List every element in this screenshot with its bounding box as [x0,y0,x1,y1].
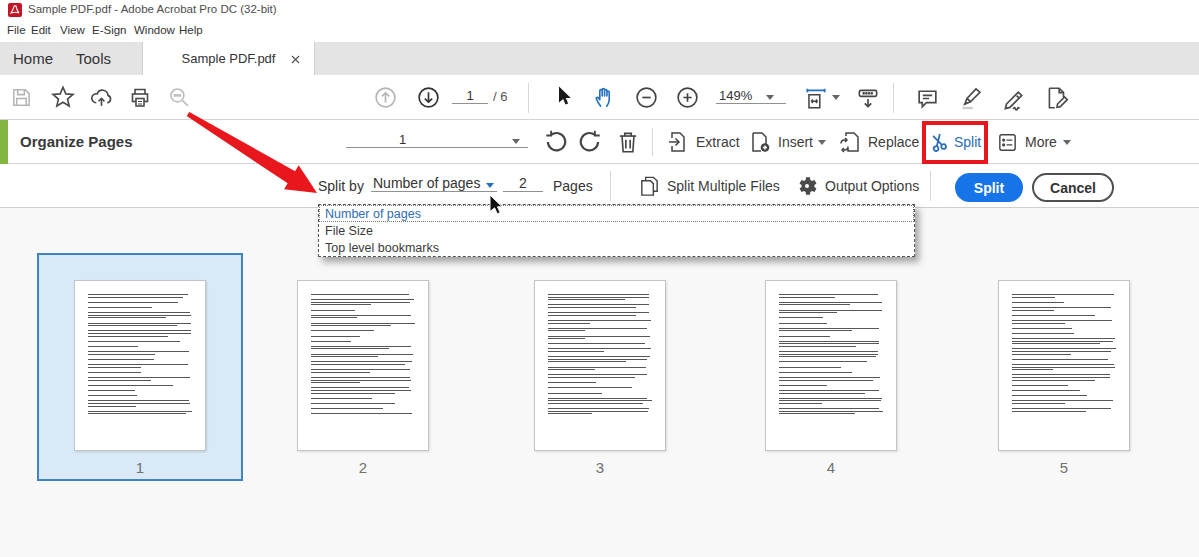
tab-tools[interactable]: Tools [76,42,111,75]
separator [893,83,894,113]
search-tools-icon[interactable] [167,85,192,110]
menu-help[interactable]: Help [179,24,203,36]
star-icon[interactable] [50,84,76,110]
tool-accent-bar [0,120,8,164]
tab-document[interactable]: Sample PDF.pdf [142,42,315,75]
page-count-label: / 6 [493,89,507,104]
organize-toolbar: Organize Pages 1 Extract Insert Replace … [0,120,1199,164]
save-icon[interactable] [10,86,33,109]
output-options-button[interactable]: Output Options [795,164,919,208]
separator [610,171,611,201]
separator [930,171,931,201]
page-count-input[interactable]: 2 [503,175,543,192]
split-by-dropdown: Number of pages File Size Top level book… [318,204,915,257]
title-bar: Sample PDF.pdf - Adobe Acrobat Pro DC (3… [0,0,1199,20]
split-by-caret-icon[interactable] [486,183,494,188]
main-toolbar: 1 / 6 149% [0,75,1199,120]
page-thumbnail-3[interactable] [534,280,666,451]
menu-bar: File Edit View E-Sign Window Help [0,20,1199,42]
split-multiple-files-button[interactable]: Split Multiple Files [638,164,780,208]
page-thumbnail-5[interactable] [998,280,1130,451]
separator [528,83,529,113]
highlight-icon[interactable] [958,85,985,112]
cancel-button[interactable]: Cancel [1032,173,1114,202]
pages-canvas: 1 2 3 4 5 [0,208,1199,557]
page-range-caret-icon[interactable] [512,139,520,144]
split-options-bar: Split by Number of pages 2 Pages Split M… [0,164,1199,208]
next-page-icon[interactable] [416,85,441,110]
menu-file[interactable]: File [7,24,26,36]
share-upload-icon[interactable] [89,85,114,110]
zoom-caret-icon[interactable] [766,95,774,100]
separator [652,128,653,156]
tab-close-icon[interactable] [290,53,301,64]
page-scrolling-icon[interactable] [855,85,881,111]
comment-icon[interactable] [915,86,940,111]
delete-pages-icon[interactable] [615,129,641,155]
page-number-label: 4 [765,459,897,476]
annotation-highlight-box [922,121,988,164]
page-range-input[interactable]: 1 [346,132,528,148]
split-by-select[interactable]: Number of pages [371,175,497,192]
menu-edit[interactable]: Edit [31,24,51,36]
menu-view[interactable]: View [60,24,85,36]
print-icon[interactable] [128,86,152,110]
more-caret-icon[interactable] [1063,140,1071,145]
page-number-label: 2 [297,459,429,476]
fit-width-icon[interactable] [803,85,829,111]
insert-button[interactable]: Insert [748,120,813,164]
edit-page-icon[interactable] [1044,85,1070,111]
dropdown-option-top-level-bookmarks[interactable]: Top level bookmarks [319,239,914,256]
extract-button[interactable]: Extract [666,120,740,164]
acrobat-window: Sample PDF.pdf - Adobe Acrobat Pro DC (3… [0,0,1199,557]
window-title: Sample PDF.pdf - Adobe Acrobat Pro DC (3… [28,3,277,15]
split-by-label: Split by [318,178,364,194]
zoom-level-input[interactable]: 149% [716,88,786,104]
zoom-out-icon[interactable] [634,85,659,110]
dropdown-option-number-of-pages[interactable]: Number of pages [319,205,914,222]
previous-page-icon[interactable] [373,85,398,110]
page-thumbnail-1[interactable] [74,280,206,451]
page-thumbnail-2[interactable] [297,280,429,451]
tab-home[interactable]: Home [13,42,53,75]
rotate-right-icon[interactable] [577,129,603,155]
select-tool-icon[interactable] [552,84,576,108]
page-number-label: 5 [998,459,1130,476]
sign-icon[interactable] [1002,86,1029,113]
page-number-label: 1 [74,459,206,476]
page-thumbnail-4[interactable] [765,280,897,451]
more-button[interactable]: More [996,120,1057,164]
split-confirm-button[interactable]: Split [955,173,1023,202]
tab-bar: Home Tools Sample PDF.pdf [0,42,1199,75]
page-number-input[interactable]: 1 [452,88,488,104]
mouse-cursor [489,194,509,218]
acrobat-logo-icon [8,3,22,17]
menu-esign[interactable]: E-Sign [92,24,127,36]
dropdown-option-file-size[interactable]: File Size [319,222,914,239]
zoom-in-icon[interactable] [675,85,700,110]
fit-caret-icon[interactable] [832,95,840,100]
pages-unit-label: Pages [553,178,593,194]
insert-caret-icon[interactable] [818,140,826,145]
hand-tool-icon[interactable] [592,84,618,110]
page-number-label: 3 [534,459,666,476]
rotate-left-icon[interactable] [543,129,569,155]
replace-button[interactable]: Replace [838,120,919,164]
tool-title: Organize Pages [20,133,133,150]
menu-window[interactable]: Window [134,24,175,36]
